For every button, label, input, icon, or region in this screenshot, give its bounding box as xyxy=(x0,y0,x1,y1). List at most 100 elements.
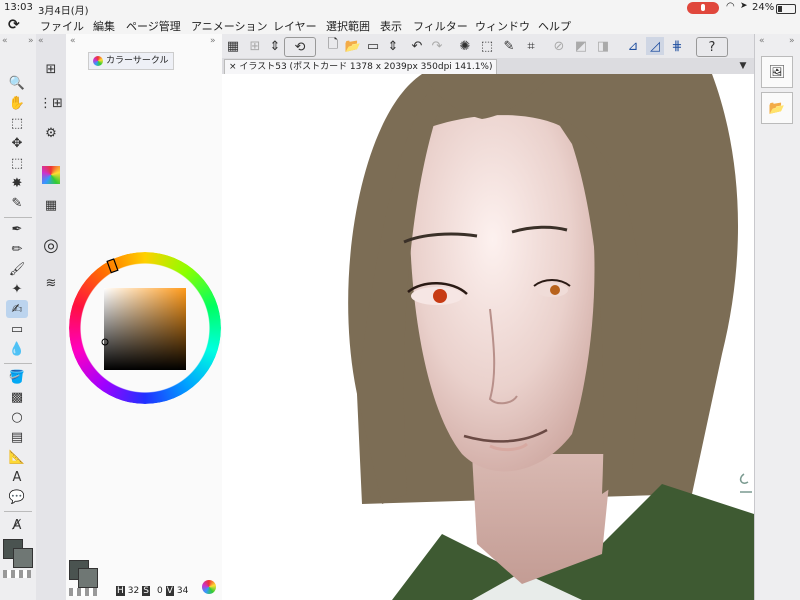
selection-tool-icon[interactable]: ⬚ xyxy=(6,154,28,172)
scroll-arrows-icon[interactable]: ⇕ xyxy=(384,37,402,55)
redo-icon[interactable]: ↷ xyxy=(428,37,446,55)
h-value: 32 xyxy=(127,586,140,596)
cloud-sync-icon[interactable]: ⟲ xyxy=(284,37,316,57)
up-down-icon[interactable]: ⇕ xyxy=(266,37,284,55)
decoration-tool-icon[interactable]: ✦ xyxy=(6,280,28,298)
right-iris xyxy=(550,285,560,295)
drawing-canvas[interactable] xyxy=(222,74,754,600)
color-mode-icon[interactable] xyxy=(202,580,216,594)
menu-selection[interactable]: 選択範囲 xyxy=(326,18,370,34)
menu-help[interactable]: ヘルプ xyxy=(538,18,571,34)
s-value: 0 xyxy=(156,586,163,596)
tab-label: カラーサークル xyxy=(106,56,169,66)
fill-layer-icon[interactable]: ◩ xyxy=(572,37,590,55)
divider xyxy=(4,363,32,364)
undo-icon[interactable]: ↶ xyxy=(408,37,426,55)
new-canvas-icon[interactable]: ⊞ xyxy=(246,37,264,55)
close-tab-icon[interactable]: × xyxy=(229,62,237,72)
tool-property-icon[interactable]: ⋮⊞ xyxy=(39,92,63,114)
eraser-tool-icon[interactable]: ▭ xyxy=(6,320,28,338)
illustration-artwork[interactable] xyxy=(222,74,754,600)
collapse-left-icon[interactable]: « xyxy=(70,36,76,46)
gradient-tool-icon[interactable]: ▩ xyxy=(6,388,28,406)
app-logo-icon[interactable]: ⟳ xyxy=(8,17,20,33)
transparent-color-swatch[interactable] xyxy=(3,570,31,578)
transparent-color-swatch[interactable] xyxy=(69,588,97,596)
menu-file[interactable]: ファイル xyxy=(40,18,84,34)
microphone-indicator-icon xyxy=(687,2,719,14)
sub-color-swatch[interactable] xyxy=(78,568,98,588)
snap-ruler-icon[interactable]: ⊿ xyxy=(624,37,642,55)
menu-window[interactable]: ウィンドウ xyxy=(475,18,530,34)
clear-icon[interactable]: ⊘ xyxy=(550,37,568,55)
figure-tool-icon[interactable]: ○ xyxy=(6,408,28,426)
tab-menu-dropdown-icon[interactable]: ▼ xyxy=(736,59,750,73)
collapse-left-icon[interactable]: « xyxy=(759,36,765,46)
location-icon: ➤ xyxy=(740,1,748,11)
expand-right-icon[interactable]: » xyxy=(789,36,795,46)
signature-mark xyxy=(739,473,752,493)
status-bar: 13:03 3月4日(月) ◠ ➤ 24% xyxy=(0,0,800,17)
open-file-icon[interactable]: 📂 xyxy=(344,37,362,55)
hsv-readout: H 32 S 0 V 34 xyxy=(116,586,188,596)
airbrush-tool-icon[interactable]: ✍ xyxy=(6,300,28,318)
snap-special-ruler-icon[interactable]: ◿ xyxy=(646,37,664,55)
layer-property-icon[interactable]: ▦ xyxy=(40,194,62,216)
right-side-panel: « » 🖼 📂 xyxy=(754,34,800,600)
correct-line-tool-icon[interactable]: A̸ xyxy=(6,516,28,534)
crop-icon[interactable]: ⌗ xyxy=(522,37,540,55)
document-tab-label: イラスト53 (ポストカード 1378 x 2039px 350dpi 141.… xyxy=(239,62,493,72)
menu-page[interactable]: ページ管理 xyxy=(126,18,181,34)
brush-tool-icon[interactable]: 🖌 xyxy=(6,260,28,278)
new-file-icon[interactable]: 🗋 xyxy=(324,37,342,55)
menu-animation[interactable]: アニメーション xyxy=(191,18,268,34)
transform-icon[interactable]: ⬚ xyxy=(478,37,496,55)
sub-color-swatch[interactable] xyxy=(13,548,33,568)
edit-pen-icon[interactable]: ✎ xyxy=(500,37,518,55)
operation-tool-icon[interactable]: ⬚ xyxy=(6,114,28,132)
move-layer-tool-icon[interactable]: ✥ xyxy=(6,134,28,152)
pen-tool-icon[interactable]: ✒ xyxy=(6,220,28,238)
document-tab[interactable]: × イラスト53 (ポストカード 1378 x 2039px 350dpi 14… xyxy=(224,59,498,74)
color-circle[interactable] xyxy=(66,244,222,404)
collapse-left-icon[interactable]: « xyxy=(38,36,44,46)
left-iris xyxy=(433,289,447,303)
layer-icon[interactable]: ≋ xyxy=(40,272,62,294)
fill-tool-icon[interactable]: 🪣 xyxy=(6,368,28,386)
sub-tool-palette: « ⊞ ⋮⊞ ⚙ ▦ ◎ ≋ xyxy=(36,34,67,600)
menu-view[interactable]: 表示 xyxy=(380,18,402,34)
zoom-tool-icon[interactable]: 🔍 xyxy=(6,74,28,92)
pencil-tool-icon[interactable]: ✏ xyxy=(6,240,28,258)
brush-size-icon[interactable]: ⚙ xyxy=(40,122,62,144)
eyedropper-tool-icon[interactable]: ✎ xyxy=(6,194,28,212)
v-label: V xyxy=(165,586,174,596)
menu-filter[interactable]: フィルター xyxy=(413,18,468,34)
frame-border-tool-icon[interactable]: ▤ xyxy=(6,428,28,446)
loading-icon[interactable]: ✺ xyxy=(456,37,474,55)
new-layer-icon[interactable]: ◨ xyxy=(594,37,612,55)
menu-edit[interactable]: 編集 xyxy=(93,18,115,34)
ruler-tool-icon[interactable]: 📐 xyxy=(6,448,28,466)
balloon-tool-icon[interactable]: 💬 xyxy=(6,488,28,506)
expand-right-icon[interactable]: » xyxy=(28,36,34,46)
help-icon[interactable]: ? xyxy=(696,37,728,57)
color-set-icon[interactable] xyxy=(40,164,62,186)
sub-tool-icon[interactable]: ⊞ xyxy=(40,58,62,80)
folder-icon[interactable]: 📂 xyxy=(761,92,793,124)
hand-tool-icon[interactable]: ✋ xyxy=(6,94,28,112)
snap-grid-icon[interactable]: ⋕ xyxy=(668,37,686,55)
tab-color-circle[interactable]: カラーサークル xyxy=(88,52,174,70)
text-tool-icon[interactable]: A xyxy=(6,468,28,486)
menu-layer[interactable]: レイヤー xyxy=(273,18,317,34)
expand-right-icon[interactable]: » xyxy=(210,36,216,46)
wifi-icon: ◠ xyxy=(726,1,735,12)
navigator-icon[interactable]: ◎ xyxy=(40,234,62,256)
command-bar: ▦ ⊞ ⇕ ⟲ 🗋 📂 ▭ ⇕ ↶ ↷ ✺ ⬚ ✎ ⌗ ⊘ ◩ ◨ ⊿ ◿ ⋕ … xyxy=(222,34,754,59)
blend-tool-icon[interactable]: 💧 xyxy=(6,340,28,358)
auto-select-tool-icon[interactable]: ✸ xyxy=(6,174,28,192)
grid-menu-icon[interactable]: ▦ xyxy=(224,37,242,55)
collapse-left-icon[interactable]: « xyxy=(2,36,8,46)
color-wheel-icon xyxy=(93,56,103,66)
save-icon[interactable]: ▭ xyxy=(364,37,382,55)
image-material-icon[interactable]: 🖼 xyxy=(761,56,793,88)
